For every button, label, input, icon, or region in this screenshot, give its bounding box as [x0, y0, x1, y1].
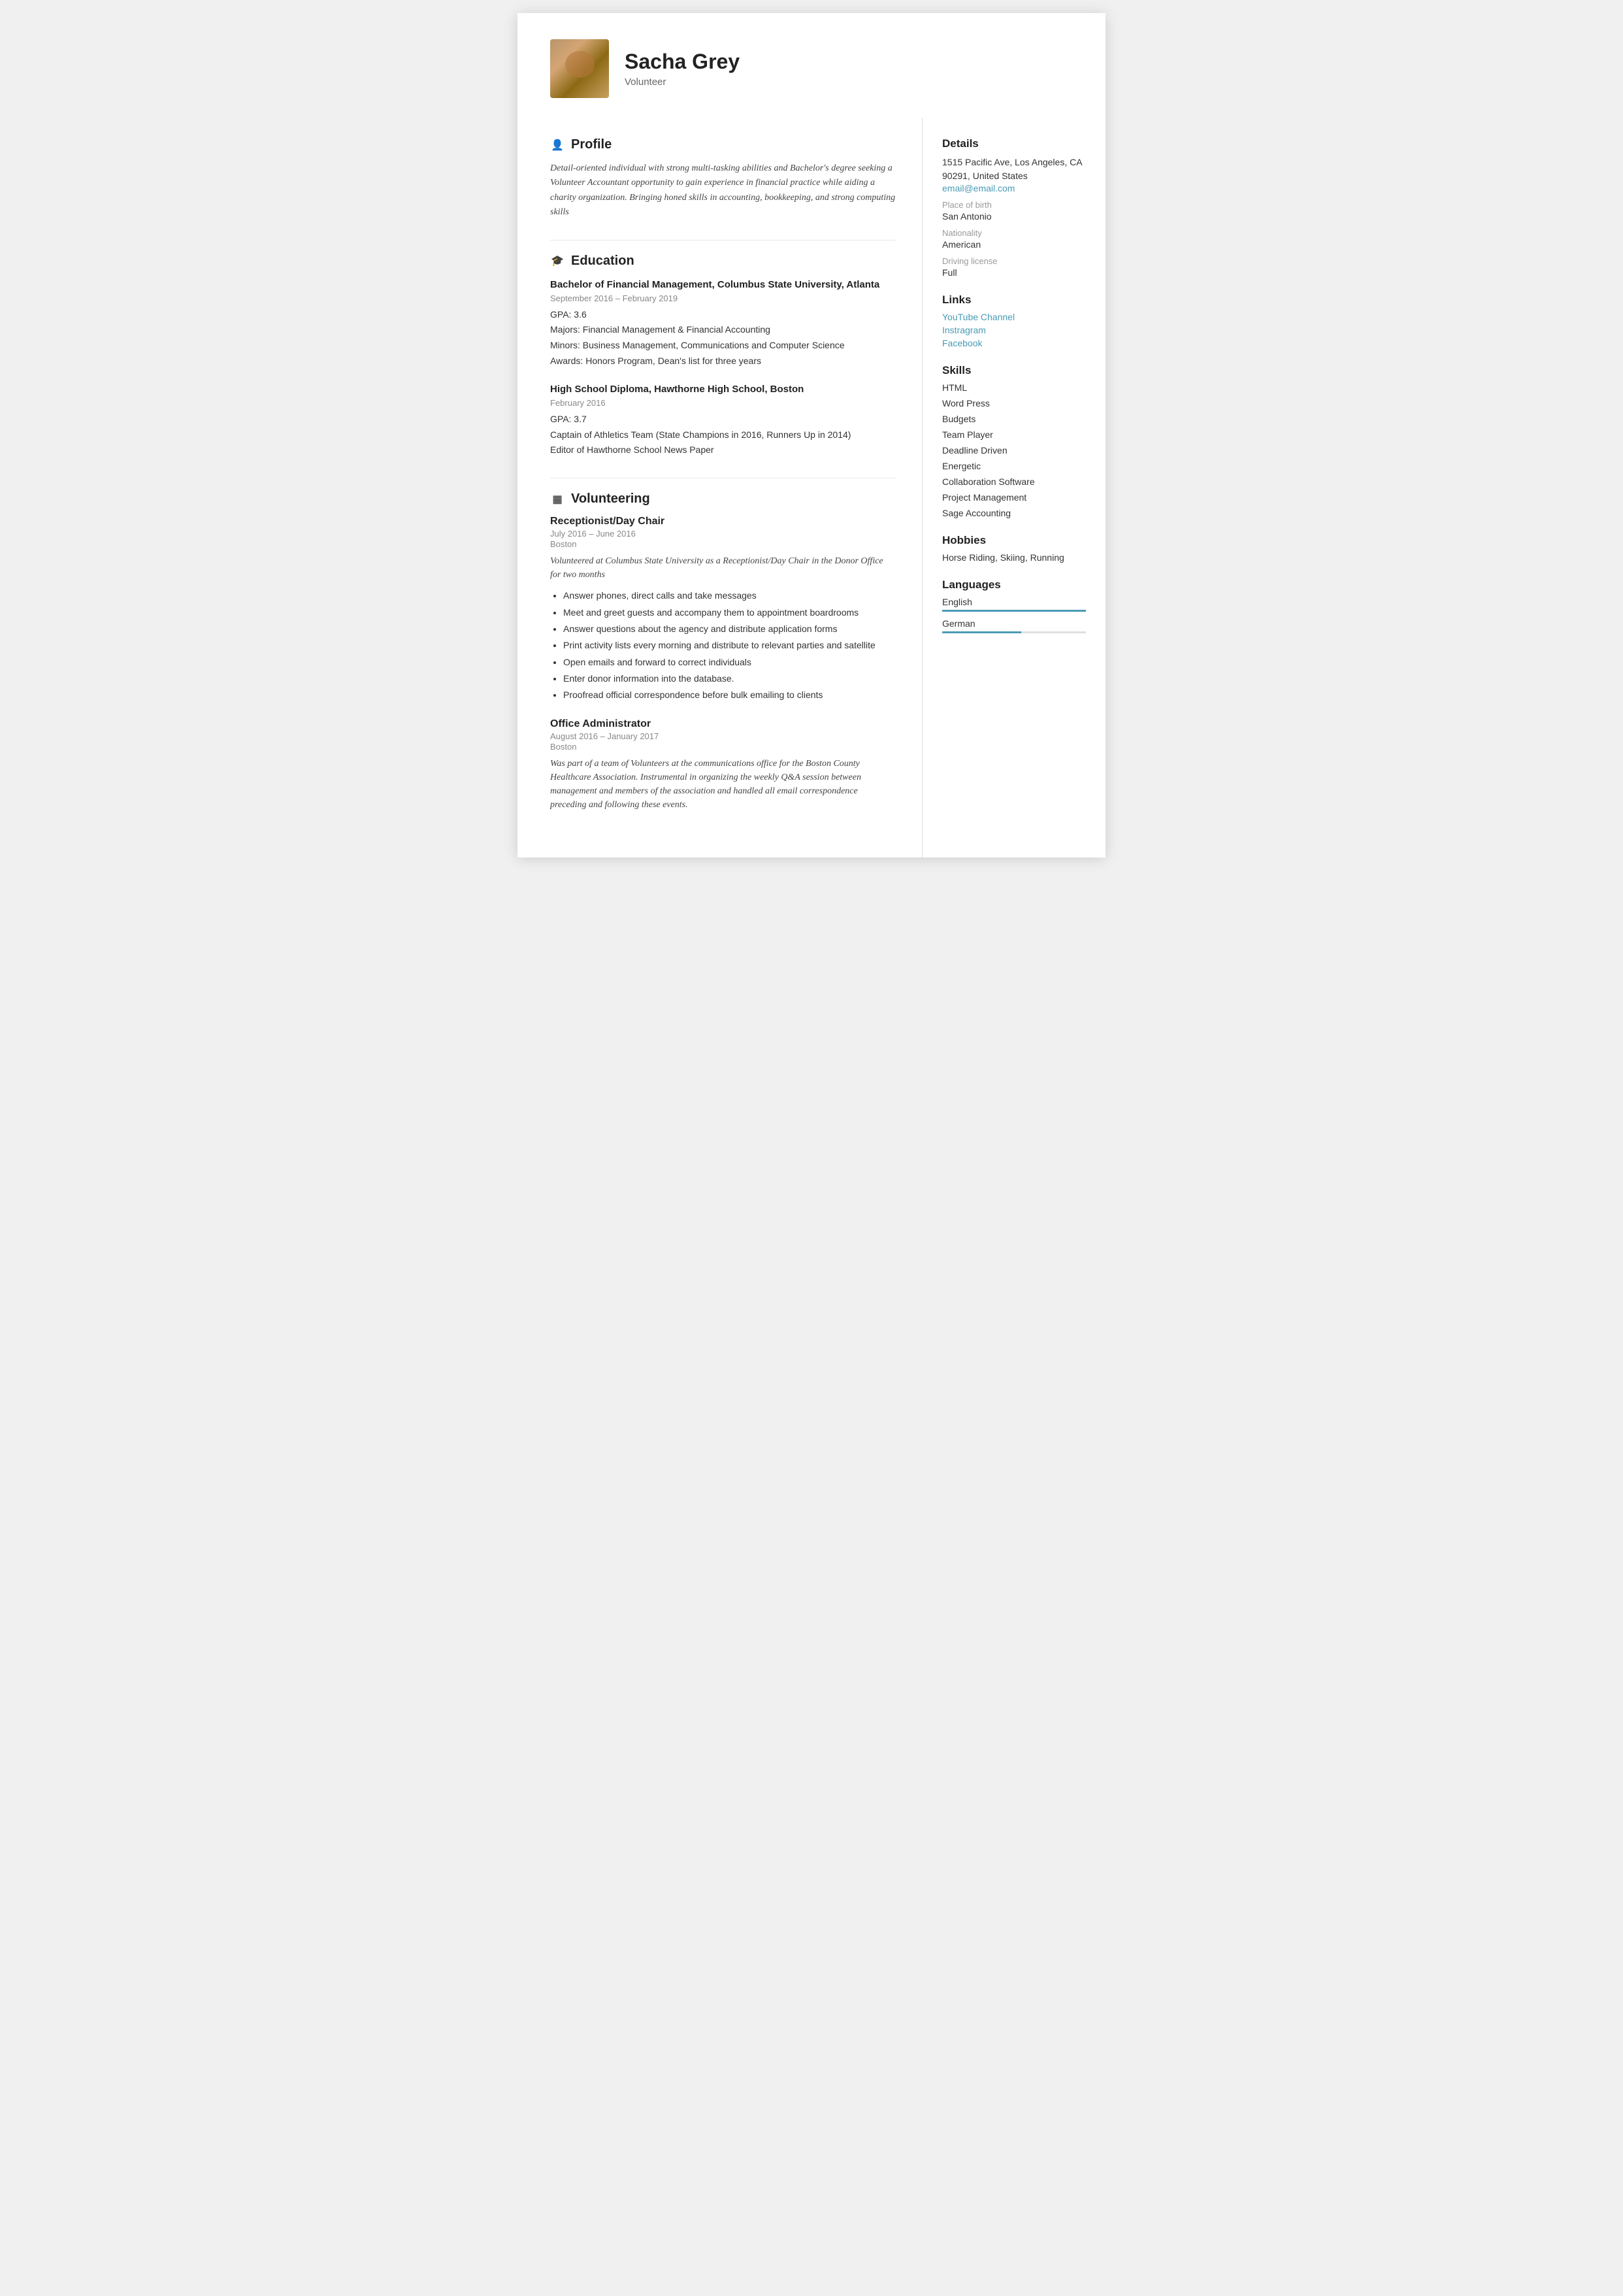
details-section: Details 1515 Pacific Ave, Los Angeles, C… — [942, 137, 1086, 278]
edu-item-1: Bachelor of Financial Management, Columb… — [550, 278, 896, 369]
driving-license-value: Full — [942, 267, 1086, 278]
list-item: Meet and greet guests and accompany them… — [563, 605, 896, 620]
list-item: Answer questions about the agency and di… — [563, 622, 896, 636]
edu-gpa-1: GPA: 3.6 — [550, 307, 896, 323]
header: Sacha Grey Volunteer — [517, 13, 1106, 118]
skill-html: HTML — [942, 382, 1086, 393]
vol-item-2: Office Administrator August 2016 – Janua… — [550, 718, 896, 812]
header-info: Sacha Grey Volunteer — [625, 50, 740, 88]
place-of-birth-label: Place of birth — [942, 200, 1086, 210]
edu-majors-1: Majors: Financial Management & Financial… — [550, 322, 896, 338]
place-of-birth-value: San Antonio — [942, 211, 1086, 222]
vol-desc-1: Volunteered at Columbus State University… — [550, 554, 896, 582]
languages-section: Languages English German — [942, 578, 1086, 633]
list-item: Answer phones, direct calls and take mes… — [563, 588, 896, 603]
skill-budgets: Budgets — [942, 414, 1086, 424]
main-content: 👤 Profile Detail-oriented individual wit… — [517, 118, 1106, 857]
edu-detail-2a: Captain of Athletics Team (State Champio… — [550, 427, 896, 443]
nationality-label: Nationality — [942, 228, 1086, 238]
list-item: Open emails and forward to correct indiv… — [563, 655, 896, 669]
hobbies-title: Hobbies — [942, 534, 1086, 547]
education-icon: 🎓 — [550, 254, 565, 268]
resume-container: Sacha Grey Volunteer 👤 Profile Detail-or… — [517, 13, 1106, 857]
right-column: Details 1515 Pacific Ave, Los Angeles, C… — [923, 118, 1106, 857]
edu-awards-1: Awards: Honors Program, Dean's list for … — [550, 354, 896, 369]
lang-german-name: German — [942, 618, 1086, 629]
lang-german: German — [942, 618, 1086, 633]
vol-title-1: Receptionist/Day Chair — [550, 516, 896, 527]
skill-project-mgmt: Project Management — [942, 492, 1086, 503]
vol-date-2: August 2016 – January 2017 — [550, 731, 896, 741]
volunteering-icon: ▦ — [550, 492, 565, 507]
lang-german-bar-fill — [942, 631, 1021, 633]
skill-sage: Sage Accounting — [942, 508, 1086, 518]
links-title: Links — [942, 293, 1086, 307]
link-instagram[interactable]: Instragram — [942, 325, 1086, 335]
profile-text: Detail-oriented individual with strong m… — [550, 161, 896, 220]
skill-deadline-driven: Deadline Driven — [942, 445, 1086, 456]
volunteering-section: ▦ Volunteering Receptionist/Day Chair Ju… — [550, 491, 896, 812]
skills-section: Skills HTML Word Press Budgets Team Play… — [942, 364, 1086, 518]
avatar — [550, 39, 609, 98]
details-title: Details — [942, 137, 1086, 150]
links-section: Links YouTube Channel Instragram Faceboo… — [942, 293, 1086, 348]
skill-team-player: Team Player — [942, 429, 1086, 440]
nationality-value: American — [942, 239, 1086, 250]
detail-email: email@email.com — [942, 183, 1086, 193]
candidate-subtitle: Volunteer — [625, 76, 740, 88]
list-item: Proofread official correspondence before… — [563, 688, 896, 702]
vol-location-1: Boston — [550, 539, 896, 549]
profile-section-title: 👤 Profile — [550, 137, 896, 152]
edu-item-2: High School Diploma, Hawthorne High Scho… — [550, 382, 896, 458]
languages-title: Languages — [942, 578, 1086, 591]
lang-english-bar-bg — [942, 610, 1086, 612]
profile-section: 👤 Profile Detail-oriented individual wit… — [550, 137, 896, 220]
left-column: 👤 Profile Detail-oriented individual wit… — [517, 118, 923, 857]
lang-english: English — [942, 597, 1086, 612]
edu-title-2: High School Diploma, Hawthorne High Scho… — [550, 382, 896, 396]
detail-address: 1515 Pacific Ave, Los Angeles, CA 90291,… — [942, 156, 1086, 183]
lang-english-bar-fill — [942, 610, 1086, 612]
hobbies-section: Hobbies Horse Riding, Skiing, Running — [942, 534, 1086, 563]
edu-date-1: September 2016 – February 2019 — [550, 293, 896, 303]
lang-english-name: English — [942, 597, 1086, 607]
vol-location-2: Boston — [550, 742, 896, 752]
volunteering-section-title: ▦ Volunteering — [550, 491, 896, 507]
vol-desc-2: Was part of a team of Volunteers at the … — [550, 757, 896, 812]
lang-german-bar-bg — [942, 631, 1086, 633]
vol-list-1: Answer phones, direct calls and take mes… — [550, 588, 896, 703]
hobbies-text: Horse Riding, Skiing, Running — [942, 552, 1086, 563]
driving-license-label: Driving license — [942, 256, 1086, 266]
vol-title-2: Office Administrator — [550, 718, 896, 730]
vol-date-1: July 2016 – June 2016 — [550, 529, 896, 539]
profile-icon: 👤 — [550, 138, 565, 152]
list-item: Print activity lists every morning and d… — [563, 638, 896, 652]
education-section: 🎓 Education Bachelor of Financial Manage… — [550, 254, 896, 459]
divider-1 — [550, 240, 896, 241]
vol-item-1: Receptionist/Day Chair July 2016 – June … — [550, 516, 896, 703]
education-section-title: 🎓 Education — [550, 254, 896, 269]
link-youtube[interactable]: YouTube Channel — [942, 312, 1086, 322]
skill-energetic: Energetic — [942, 461, 1086, 471]
edu-gpa-2: GPA: 3.7 — [550, 412, 896, 427]
list-item: Enter donor information into the databas… — [563, 671, 896, 686]
candidate-name: Sacha Grey — [625, 50, 740, 74]
skill-wordpress: Word Press — [942, 398, 1086, 408]
skills-title: Skills — [942, 364, 1086, 377]
edu-detail-2b: Editor of Hawthorne School News Paper — [550, 442, 896, 458]
edu-minors-1: Minors: Business Management, Communicati… — [550, 338, 896, 354]
skill-collaboration: Collaboration Software — [942, 476, 1086, 487]
edu-title-1: Bachelor of Financial Management, Columb… — [550, 278, 896, 291]
link-facebook[interactable]: Facebook — [942, 338, 1086, 348]
edu-date-2: February 2016 — [550, 398, 896, 408]
